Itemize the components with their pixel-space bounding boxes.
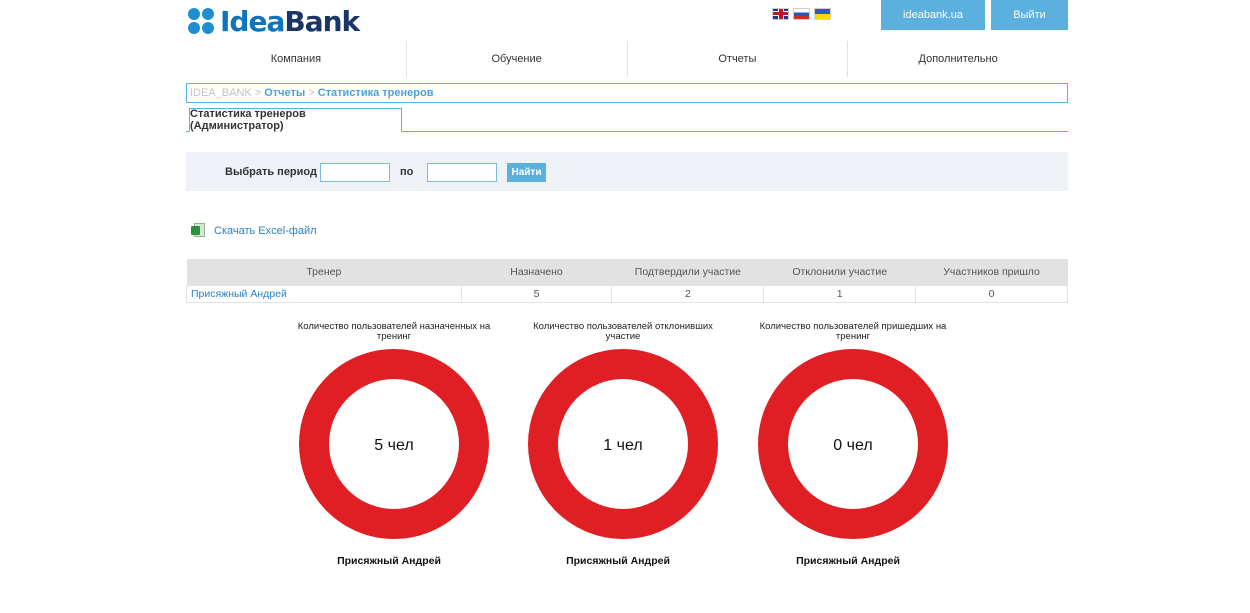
- download-excel-link[interactable]: Скачать Excel-файл: [191, 223, 317, 239]
- find-button[interactable]: Найти: [507, 163, 546, 182]
- chart-center-label: 5 чел: [374, 437, 413, 454]
- cell-attended: 0: [915, 284, 1068, 303]
- chart-title: Количество пользователей пришедших на тр…: [759, 321, 947, 342]
- download-excel-label: Скачать Excel-файл: [214, 225, 317, 237]
- excel-file-icon: [191, 223, 206, 239]
- breadcrumb-separator: >: [308, 87, 315, 99]
- chart-assigned: Количество пользователей назначенных на …: [289, 322, 490, 568]
- table-header-row: Тренер Назначено Подтвердили участие Отк…: [186, 259, 1068, 285]
- flag-ua-icon[interactable]: [814, 8, 831, 20]
- chart-legend-name: Присяжный Андрей: [566, 555, 670, 567]
- col-header-confirmed: Подтвердили участие: [611, 259, 764, 285]
- main-nav: Компания Обучение Отчеты Дополнительно: [186, 41, 1068, 77]
- chart-title: Количество пользователей отклонивших уча…: [533, 321, 713, 342]
- col-header-attended: Участников пришло: [915, 259, 1068, 285]
- breadcrumb-root[interactable]: IDEA_BANK: [190, 87, 252, 99]
- period-to-input[interactable]: [427, 163, 497, 182]
- nav-item-reports[interactable]: Отчеты: [626, 41, 848, 77]
- chart-title: Количество пользователей назначенных на …: [297, 321, 491, 342]
- nav-item-training[interactable]: Обучение: [405, 41, 627, 77]
- chart-ring: 0 чел: [758, 349, 948, 539]
- chart-center-label: 0 чел: [833, 437, 872, 454]
- chart-ring: 1 чел: [528, 349, 718, 539]
- chart-legend-name: Присяжный Андрей: [337, 555, 441, 567]
- logout-button[interactable]: Выйти: [991, 0, 1068, 30]
- breadcrumb: IDEA_BANK > Отчеты > Статистика тренеров: [186, 83, 1068, 103]
- flag-ru-icon[interactable]: [793, 8, 810, 20]
- chart-ring: 5 чел: [299, 349, 489, 539]
- cell-assigned: 5: [460, 284, 613, 303]
- col-header-trainer: Тренер: [186, 259, 462, 285]
- breadcrumb-trainer-stats[interactable]: Статистика тренеров: [318, 87, 434, 99]
- logo-dots-icon: [188, 8, 216, 36]
- table-row: Присяжный Андрей 5 2 1 0: [186, 284, 1068, 303]
- chart-center-label: 1 чел: [603, 437, 642, 454]
- col-header-assigned: Назначено: [461, 259, 612, 285]
- chart-legend-name: Присяжный Андрей: [796, 555, 900, 567]
- tab-trainer-stats-admin[interactable]: Статистика тренеров (Администратор): [189, 108, 402, 132]
- cell-declined: 1: [763, 284, 917, 303]
- period-filter: Выбрать период с по Найти: [186, 152, 1068, 191]
- breadcrumb-separator: >: [254, 87, 262, 99]
- trainer-stats-table: Тренер Назначено Подтвердили участие Отк…: [186, 259, 1068, 303]
- period-to-label: по: [400, 166, 414, 178]
- col-header-declined: Отклонили участие: [763, 259, 916, 285]
- language-switcher: [772, 8, 831, 20]
- idea-bank-logo[interactable]: IdeaBank: [188, 5, 360, 38]
- nav-item-more[interactable]: Дополнительно: [847, 41, 1068, 77]
- nav-item-company[interactable]: Компания: [186, 41, 406, 77]
- chart-declined: Количество пользователей отклонивших уча…: [518, 322, 718, 567]
- period-from-input[interactable]: [320, 163, 390, 182]
- period-from-label: Выбрать период с: [225, 166, 327, 178]
- breadcrumb-reports[interactable]: Отчеты: [264, 87, 305, 99]
- trainer-name-link[interactable]: Присяжный Андрей: [186, 284, 462, 303]
- chart-attended: Количество пользователей пришедших на тр…: [748, 322, 948, 567]
- logo-text: IdeaBank: [220, 5, 360, 38]
- cell-confirmed: 2: [611, 284, 765, 303]
- ideabank-site-button[interactable]: ideabank.ua: [881, 0, 985, 30]
- flag-uk-icon[interactable]: [772, 8, 789, 20]
